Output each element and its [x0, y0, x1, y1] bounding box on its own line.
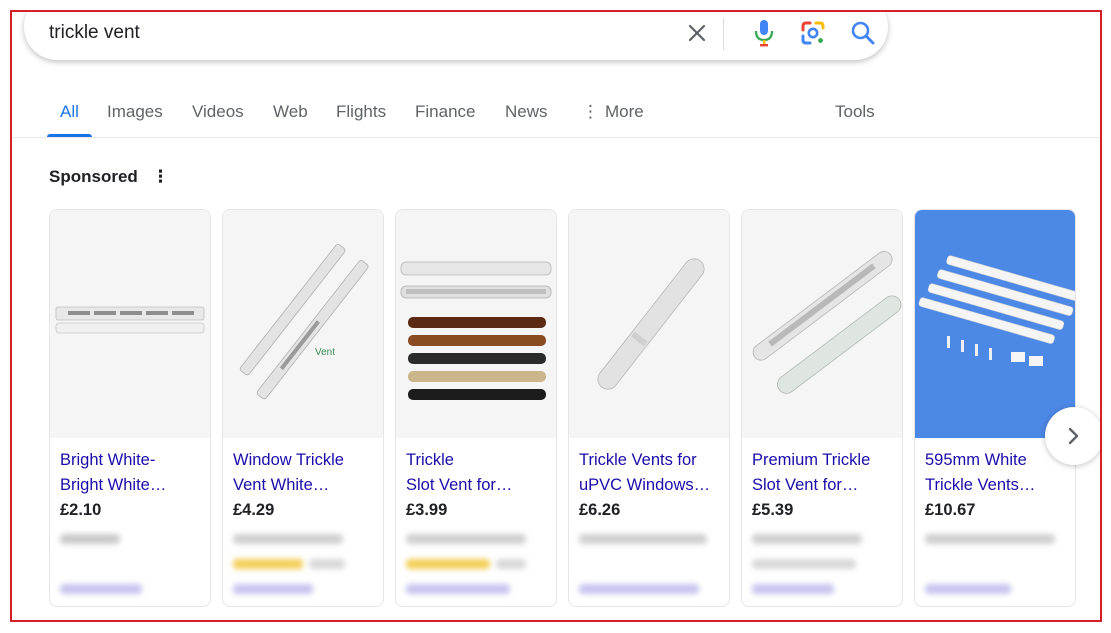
blurred-seller-info: [223, 528, 383, 606]
product-price: £3.99: [406, 501, 448, 519]
diagonal-trickle-vents-image: Vent: [223, 210, 383, 438]
chevron-right-icon: [1068, 427, 1079, 445]
white-trickle-vent-image: [50, 210, 210, 438]
product-card[interactable]: Vent Window Trickle Vent White… £4.29: [222, 209, 384, 607]
svg-text:Vent: Vent: [315, 347, 335, 358]
product-price: £5.39: [752, 501, 794, 519]
search-box[interactable]: trickle vent: [24, 12, 888, 60]
product-title: Window Trickle Vent White…: [233, 451, 344, 494]
tab-finance[interactable]: Finance: [415, 102, 475, 122]
product-price: £2.10: [60, 501, 102, 519]
close-icon[interactable]: [685, 21, 709, 45]
sponsored-label: Sponsored: [49, 167, 138, 186]
product-title: Bright White- Bright White…: [60, 451, 167, 494]
tab-web[interactable]: Web: [273, 102, 308, 122]
slot-vent-pair-image: [742, 210, 902, 438]
tab-flights[interactable]: Flights: [336, 102, 386, 122]
search-input[interactable]: trickle vent: [49, 22, 140, 44]
blurred-seller-info: [396, 528, 556, 606]
tab-all[interactable]: All: [60, 102, 79, 122]
white-vent-set-image: [915, 210, 1075, 438]
tools-button[interactable]: Tools: [835, 102, 875, 122]
tab-more-label: More: [605, 102, 644, 121]
blurred-seller-info: [915, 528, 1075, 606]
tab-images[interactable]: Images: [107, 102, 163, 122]
google-lens-icon[interactable]: [800, 20, 826, 46]
tab-news[interactable]: News: [505, 102, 548, 122]
search-icon[interactable]: [850, 20, 876, 46]
product-price: £6.26: [579, 501, 621, 519]
product-price: £10.67: [925, 501, 976, 519]
blurred-seller-info: [50, 528, 210, 606]
product-card[interactable]: Trickle Vents for uPVC Windows… £6.26: [568, 209, 730, 607]
active-tab-indicator: [47, 134, 92, 137]
product-title: Trickle Vents for uPVC Windows…: [579, 451, 711, 494]
single-trickle-vent-image: [569, 210, 729, 438]
screenshot-frame: trickle vent All Images Videos Web Fligh…: [10, 10, 1102, 622]
search-divider: [723, 18, 724, 50]
product-card[interactable]: Premium Trickle Slot Vent for… £5.39: [741, 209, 903, 607]
coloured-trickle-vents-image: [396, 210, 556, 438]
more-vert-icon: ⋮: [582, 102, 599, 121]
product-card[interactable]: Bright White- Bright White… £2.10: [49, 209, 211, 607]
carousel-next-button[interactable]: [1045, 407, 1100, 465]
blurred-seller-info: [742, 528, 902, 606]
product-price: £4.29: [233, 501, 275, 519]
mic-icon[interactable]: [752, 19, 776, 47]
product-title: Trickle Slot Vent for…: [406, 451, 513, 494]
product-card[interactable]: Trickle Slot Vent for… £3.99: [395, 209, 557, 607]
blurred-seller-info: [569, 528, 729, 606]
tab-more[interactable]: ⋮ More: [582, 102, 644, 122]
tab-videos[interactable]: Videos: [192, 102, 244, 122]
product-title: Premium Trickle Slot Vent for…: [752, 451, 871, 494]
more-vert-icon[interactable]: ⋮: [152, 167, 169, 187]
search-tabs: All Images Videos Web Flights Finance Ne…: [12, 94, 1100, 138]
